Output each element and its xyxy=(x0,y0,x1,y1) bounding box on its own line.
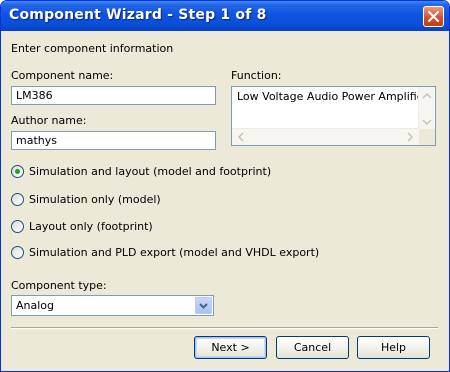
scroll-left-icon[interactable] xyxy=(234,130,248,144)
dropdown-button[interactable] xyxy=(195,297,212,314)
cancel-button[interactable]: Cancel xyxy=(276,336,349,359)
radio-button[interactable] xyxy=(11,220,24,233)
instructions-text: Enter component information xyxy=(11,42,174,55)
option-label: Layout only (footprint) xyxy=(29,220,153,233)
close-icon xyxy=(428,11,439,22)
scroll-right-icon[interactable] xyxy=(403,130,417,144)
horizontal-scrollbar[interactable] xyxy=(232,128,419,145)
author-name-field[interactable]: mathys xyxy=(11,131,216,150)
author-name-label: Author name: xyxy=(11,114,87,127)
close-button[interactable] xyxy=(423,6,444,27)
scroll-up-icon[interactable] xyxy=(420,89,434,103)
radio-selected-dot xyxy=(15,169,20,174)
option-label: Simulation and PLD export (model and VHD… xyxy=(29,246,320,259)
component-type-dropdown[interactable]: Analog xyxy=(11,295,214,316)
function-text: Low Voltage Audio Power Amplifier xyxy=(237,90,428,103)
next-button[interactable]: Next > xyxy=(194,336,267,359)
function-label: Function: xyxy=(231,69,282,82)
component-type-label: Component type: xyxy=(11,279,107,292)
dialog-body: Enter component information Component na… xyxy=(4,31,446,368)
component-type-value: Analog xyxy=(16,299,55,312)
function-textarea[interactable]: Low Voltage Audio Power Amplifier xyxy=(231,86,436,146)
component-name-label: Component name: xyxy=(11,69,114,82)
component-wizard-window: Component Wizard - Step 1 of 8 Enter com… xyxy=(0,0,450,372)
help-button[interactable]: Help xyxy=(357,336,430,359)
radio-button[interactable] xyxy=(11,193,24,206)
radio-button[interactable] xyxy=(11,165,24,178)
scrollbar-corner xyxy=(419,129,435,145)
vertical-scrollbar[interactable] xyxy=(418,87,435,129)
option-label: Simulation only (model) xyxy=(29,193,161,206)
option-label: Simulation and layout (model and footpri… xyxy=(29,165,272,178)
window-title: Component Wizard - Step 1 of 8 xyxy=(9,7,267,23)
title-bar[interactable]: Component Wizard - Step 1 of 8 xyxy=(1,1,449,31)
scroll-down-icon[interactable] xyxy=(420,115,434,129)
divider xyxy=(11,327,438,329)
radio-button[interactable] xyxy=(11,246,24,259)
chevron-down-icon xyxy=(199,303,208,309)
component-name-field[interactable]: LM386 xyxy=(11,86,216,105)
